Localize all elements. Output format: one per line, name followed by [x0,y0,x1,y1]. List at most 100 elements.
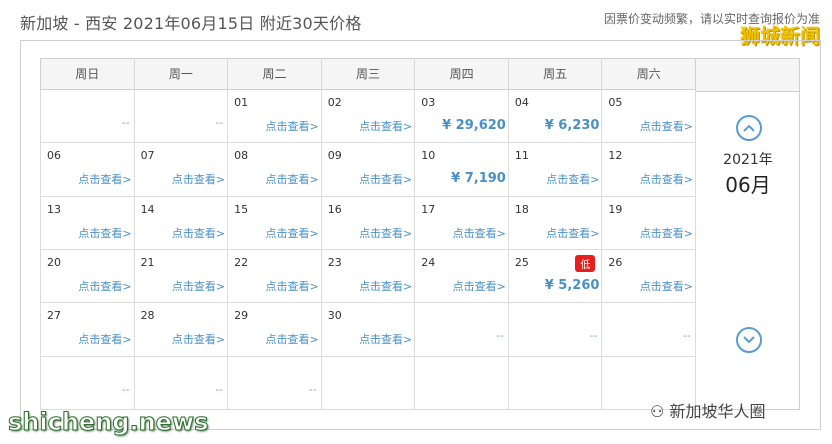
day-number: 27 [47,309,61,323]
view-price-link[interactable]: 点击查看> [359,118,412,134]
day-number: 16 [327,202,342,216]
calendar-cell[interactable]: 13 点击查看> [41,196,135,250]
calendar-cell[interactable]: 16 点击查看> [321,196,416,250]
no-data-dash: -- [589,329,598,343]
calendar-cell[interactable]: -- [228,356,322,410]
view-price-link[interactable]: 点击查看> [640,278,693,294]
chevron-up-circle-icon[interactable] [736,115,762,141]
calendar-cell[interactable]: 15 点击查看> [228,196,322,250]
calendar-cell[interactable]: -- [134,356,229,410]
view-price-link[interactable]: 点击查看> [78,225,131,241]
view-price-link[interactable]: 点击查看> [265,118,318,134]
view-price-link[interactable]: 点击查看> [172,331,225,347]
view-price-link[interactable]: 点击查看> [453,278,506,294]
sidebar-month: 06月 [725,173,771,197]
calendar-cell[interactable]: 20 点击查看> [41,249,135,304]
day-number: 13 [47,202,61,216]
calendar-cell[interactable]: 09 点击查看> [321,143,416,197]
calendar-cell[interactable]: -- [508,303,603,357]
calendar-cell[interactable]: -- [415,303,509,357]
view-price-link[interactable]: 点击查看> [172,171,225,187]
view-price-link[interactable]: 点击查看> [453,225,506,241]
day-number: 22 [234,255,249,269]
chevron-down-circle-icon[interactable] [736,327,762,353]
calendar-cell[interactable]: 01 点击查看> [228,90,322,144]
calendar-cell[interactable]: 11 点击查看> [508,143,603,197]
view-price-link[interactable]: 点击查看> [172,225,225,241]
calendar-cell[interactable]: 28 点击查看> [134,303,229,357]
calendar-cell[interactable]: 07 点击查看> [134,143,229,197]
day-number: 06 [47,149,61,163]
fare-price[interactable]: ¥ 29,620 [442,118,506,133]
calendar-cell[interactable]: 03 ¥ 29,620 [415,90,509,144]
calendar-cell[interactable]: 30 点击查看> [321,303,416,357]
fare-price[interactable]: ¥ 7,190 [451,171,506,186]
view-price-link[interactable]: 点击查看> [640,225,693,241]
no-data-dash: -- [308,382,317,396]
view-price-link[interactable]: 点击查看> [78,331,131,347]
calendar-cell[interactable]: 25 ¥ 5,260 低 [508,249,603,304]
calendar-cell[interactable]: -- [602,303,696,357]
calendar-cell[interactable]: 22 点击查看> [228,249,322,304]
calendar-cell[interactable]: 19 点击查看> [602,196,696,250]
day-number: 17 [421,202,436,216]
view-price-link[interactable]: 点击查看> [78,171,131,187]
view-price-link[interactable]: 点击查看> [640,171,693,187]
day-number: 05 [608,96,623,109]
view-price-link[interactable]: 点击查看> [172,278,225,294]
weekday-fri: 周五 [507,59,602,89]
sidebar-header [696,59,799,92]
view-price-link[interactable]: 点击查看> [359,278,412,294]
weekday-tue: 周二 [227,59,321,89]
day-number: 01 [234,96,249,109]
weekday-sat: 周六 [601,59,695,89]
calendar-cell[interactable]: 18 点击查看> [508,196,603,250]
weekday-mon: 周一 [133,59,228,89]
no-data-dash: -- [121,116,130,129]
watermark-bottom-right-text: 新加坡华人圈 [669,402,766,421]
day-number: 30 [327,309,342,323]
calendar-cell[interactable]: 14 点击查看> [134,196,229,250]
calendar-cell [321,356,416,410]
view-price-link[interactable]: 点击查看> [359,171,412,187]
day-number: 04 [514,96,529,109]
calendar-cell[interactable]: 02 点击查看> [321,90,416,144]
view-price-link[interactable]: 点击查看> [359,331,412,347]
calendar-cell[interactable]: -- [41,356,135,410]
calendar-cell[interactable]: 05 点击查看> [602,90,696,144]
view-price-link[interactable]: 点击查看> [546,171,599,187]
no-data-dash: -- [683,329,691,343]
calendar-cell[interactable]: 21 点击查看> [134,249,229,304]
day-number: 24 [421,255,436,269]
no-data-dash: -- [215,382,224,396]
fare-price[interactable]: ¥ 6,230 [545,118,600,133]
calendar-cell[interactable]: 17 点击查看> [415,196,509,250]
view-price-link[interactable]: 点击查看> [78,278,131,294]
calendar-cell[interactable]: 27 点击查看> [41,303,135,357]
calendar-cell[interactable]: -- [41,90,135,144]
calendar-cell[interactable]: 23 点击查看> [321,249,416,304]
calendar-cell[interactable]: 08 点击查看> [228,143,322,197]
calendar-cell[interactable]: 06 点击查看> [41,143,135,197]
day-number: 12 [608,149,623,163]
day-number: 15 [234,202,249,216]
calendar-cell[interactable]: 29 点击查看> [228,303,322,357]
view-price-link[interactable]: 点击查看> [265,225,318,241]
no-data-dash: -- [121,382,130,396]
page-title: 新加坡 - 西安 2021年06月15日 附近30天价格 [20,14,362,33]
month-sidebar: 2021年 06月 [696,58,800,410]
calendar-cell[interactable]: 26 点击查看> [602,249,696,304]
calendar-cell[interactable]: 24 点击查看> [415,249,509,304]
view-price-link[interactable]: 点击查看> [265,331,318,347]
weekday-thu: 周四 [414,59,508,89]
fare-price[interactable]: ¥ 5,260 [545,278,600,293]
calendar-cell[interactable]: 12 点击查看> [602,143,696,197]
calendar-cell[interactable]: 10 ¥ 7,190 [415,143,509,197]
view-price-link[interactable]: 点击查看> [359,225,412,241]
calendar-cell[interactable]: -- [134,90,229,144]
view-price-link[interactable]: 点击查看> [265,278,318,294]
calendar-cell[interactable]: 04 ¥ 6,230 [508,90,603,144]
view-price-link[interactable]: 点击查看> [640,118,693,134]
view-price-link[interactable]: 点击查看> [546,225,599,241]
view-price-link[interactable]: 点击查看> [265,171,318,187]
